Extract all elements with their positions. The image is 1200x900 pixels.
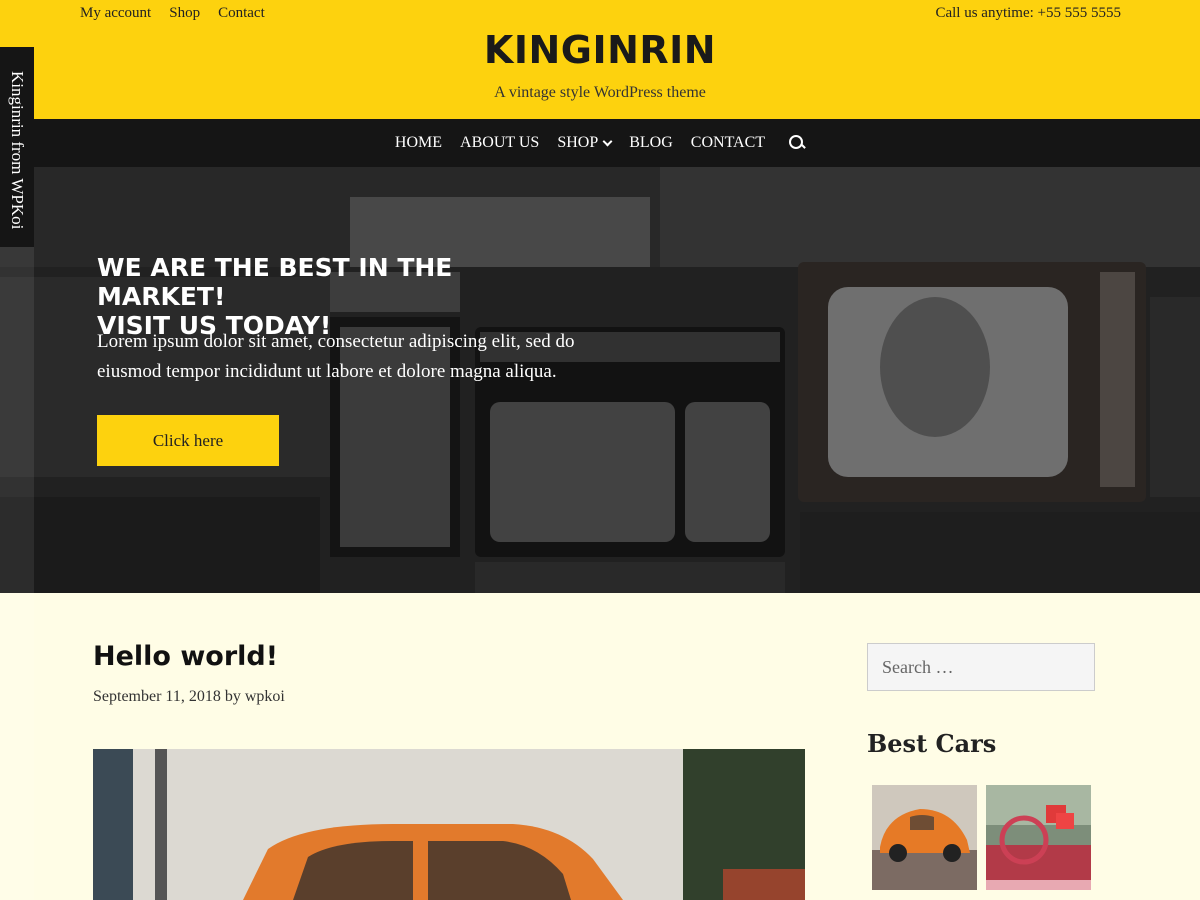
orange-beetle-image bbox=[872, 785, 977, 890]
post-featured-image[interactable] bbox=[93, 749, 805, 900]
post-date[interactable]: September 11, 2018 bbox=[93, 688, 221, 705]
nav-label-home: HOME bbox=[394, 134, 443, 151]
top-navigation: My account Shop Contact bbox=[80, 5, 265, 22]
nav-item-blog[interactable]: BLOG bbox=[629, 134, 673, 152]
sidebar-search-input[interactable] bbox=[867, 643, 1095, 691]
top-link-shop[interactable]: Shop bbox=[169, 5, 200, 22]
click-here-button[interactable]: Click here bbox=[97, 415, 279, 466]
best-cars-thumbnail-2[interactable] bbox=[986, 785, 1091, 890]
nav-item-about-us[interactable]: ABOUT US bbox=[460, 134, 539, 152]
side-promo-tab[interactable]: Kinginrin from WPKoi bbox=[0, 47, 34, 247]
nav-label-blog: BLOG bbox=[629, 134, 673, 151]
hero-section: WE ARE THE BEST IN THE MARKET! VISIT US … bbox=[0, 167, 1200, 593]
nav-item-contact[interactable]: CONTACT bbox=[691, 134, 765, 152]
search-icon[interactable] bbox=[789, 135, 805, 151]
call-us-text: Call us anytime: +55 555 5555 bbox=[935, 5, 1121, 21]
site-title[interactable]: KINGINRIN bbox=[0, 28, 1200, 72]
car-interior-image bbox=[986, 785, 1091, 890]
nav-item-home[interactable]: HOME bbox=[395, 134, 442, 152]
hero-title-line-1: WE ARE THE BEST IN THE MARKET! bbox=[97, 253, 453, 311]
car-image bbox=[93, 749, 805, 900]
post-meta: September 11, 2018 by wpkoi bbox=[93, 688, 285, 706]
nav-label-shop: SHOP bbox=[557, 134, 599, 151]
side-promo-label: Kinginrin from WPKoi bbox=[8, 71, 27, 230]
site-header: My account Shop Contact Call us anytime:… bbox=[0, 0, 1200, 119]
top-link-contact[interactable]: Contact bbox=[218, 5, 265, 22]
post-title[interactable]: Hello world! bbox=[93, 641, 278, 672]
best-cars-widget-title: Best Cars bbox=[867, 729, 997, 758]
nav-label-contact: CONTACT bbox=[690, 134, 766, 151]
top-link-my-account[interactable]: My account bbox=[80, 5, 151, 22]
best-cars-thumbnail-1[interactable] bbox=[872, 785, 977, 890]
nav-item-shop[interactable]: SHOP bbox=[557, 134, 613, 152]
main-navigation: HOME ABOUT US SHOP BLOG CONTACT bbox=[0, 119, 1200, 167]
chevron-down-icon bbox=[602, 136, 613, 146]
post-author[interactable]: wpkoi bbox=[245, 688, 285, 705]
nav-label-about-us: ABOUT US bbox=[460, 134, 540, 151]
hero-text: Lorem ipsum dolor sit amet, consectetur … bbox=[97, 331, 575, 382]
site-description: A vintage style WordPress theme bbox=[494, 84, 706, 101]
post-by-label: by bbox=[224, 688, 241, 705]
side-strip bbox=[0, 247, 34, 900]
